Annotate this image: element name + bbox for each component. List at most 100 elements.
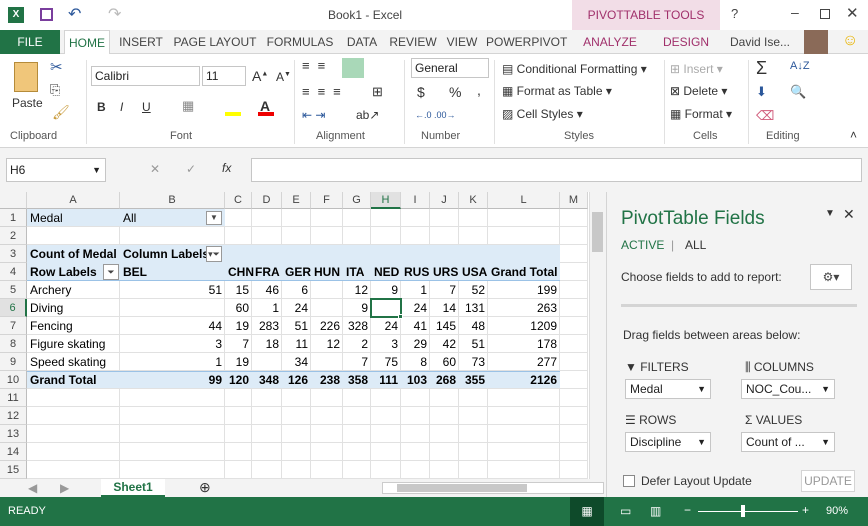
pivot-column-header[interactable]: NED <box>371 263 401 281</box>
close-icon[interactable]: ✕ <box>846 4 859 22</box>
name-box[interactable]: H6 ▼ <box>6 158 106 182</box>
number-format-select[interactable]: General <box>411 58 489 78</box>
row-header-7[interactable]: 7 <box>0 317 27 335</box>
row-header-5[interactable]: 5 <box>0 281 27 299</box>
tab-data[interactable]: DATA <box>342 30 382 54</box>
column-header-K[interactable]: K <box>459 192 488 209</box>
cell-styles-button[interactable]: ▨ Cell Styles ▾ <box>502 107 583 121</box>
pivot-value-cell[interactable]: 199 <box>488 281 560 299</box>
row-header-10[interactable]: 10 <box>0 371 27 389</box>
paste-icon[interactable] <box>14 62 38 92</box>
pivot-value-cell[interactable]: 1 <box>401 281 430 299</box>
select-all-corner[interactable] <box>0 192 27 209</box>
vertical-scroll-thumb[interactable] <box>592 212 603 252</box>
pivot-column-header[interactable]: USA <box>459 263 488 281</box>
pivot-value-cell[interactable]: 7 <box>225 335 252 353</box>
row-header-12[interactable]: 12 <box>0 407 27 425</box>
paste-button[interactable]: Paste <box>12 96 43 110</box>
values-field-count[interactable]: Count of ... ▼ <box>741 432 835 452</box>
percent-icon[interactable]: % <box>449 84 461 100</box>
horizontal-scrollbar[interactable] <box>382 482 604 494</box>
pivot-value-cell[interactable]: 12 <box>343 281 371 299</box>
row-header-1[interactable]: 1 <box>0 209 27 227</box>
worksheet-grid[interactable]: A B C D E F G H I J K L M 1 2 3 4 5 6 7 8 9 10 11 12 13 14 15 Medal A… <box>0 192 606 479</box>
pivot-value-cell[interactable]: 46 <box>252 281 282 299</box>
user-name[interactable]: David Ise... <box>728 30 792 54</box>
pivot-value-cell[interactable]: 263 <box>488 299 560 317</box>
pivot-value-cell[interactable]: 24 <box>371 317 401 335</box>
pivot-row-label[interactable]: Archery <box>27 281 120 299</box>
column-header-G[interactable]: G <box>343 192 371 209</box>
vertical-align-buttons[interactable]: ≡≡ <box>302 58 333 73</box>
italic-button[interactable]: I <box>120 100 123 114</box>
tab-formulas[interactable]: FORMULAS <box>264 30 336 54</box>
clear-icon[interactable]: ⌫ <box>756 108 774 124</box>
pivot-value-cell[interactable]: 3 <box>371 335 401 353</box>
pivot-value-cell[interactable]: 24 <box>401 299 430 317</box>
panel-options-icon[interactable]: ▼ <box>825 208 835 219</box>
columns-field-noc[interactable]: NOC_Cou... ▼ <box>741 379 835 399</box>
zoom-out-icon[interactable]: − <box>684 503 691 517</box>
pivot-value-cell[interactable]: 44 <box>120 317 225 335</box>
pivot-value-cell[interactable]: 6 <box>282 281 311 299</box>
orientation-icon[interactable]: ab↗ <box>356 108 379 122</box>
pivot-value-cell[interactable]: 328 <box>343 317 371 335</box>
filters-field-medal[interactable]: Medal ▼ <box>625 379 711 399</box>
grand-total-cell[interactable]: 120 <box>225 371 252 389</box>
fill-handle[interactable] <box>398 314 403 319</box>
column-filter-icon[interactable]: ▾⏷ <box>206 246 222 262</box>
sheet-tab-sheet1[interactable]: Sheet1 <box>101 479 165 497</box>
smiley-icon[interactable]: ☺ <box>842 32 858 50</box>
pivot-value-cell[interactable]: 15 <box>225 281 252 299</box>
pivot-value-cell[interactable]: 14 <box>430 299 459 317</box>
row-header-2[interactable]: 2 <box>0 227 27 245</box>
update-button[interactable]: UPDATE <box>801 470 855 492</box>
pivot-value-cell[interactable]: 8 <box>401 353 430 371</box>
pivot-value-cell[interactable]: 41 <box>401 317 430 335</box>
row-header-9[interactable]: 9 <box>0 353 27 371</box>
pivot-value-cell[interactable]: 9 <box>371 281 401 299</box>
row-header-4[interactable]: 4 <box>0 263 27 281</box>
page-layout-view-icon[interactable]: ▭ <box>620 504 631 518</box>
pivot-value-cell[interactable] <box>311 299 343 317</box>
redo-icon[interactable]: ↷ <box>108 4 121 24</box>
cut-icon[interactable]: ✂ <box>50 58 63 76</box>
grow-font-icon[interactable]: A▲ <box>252 68 268 84</box>
tab-insert[interactable]: INSERT <box>116 30 166 54</box>
row-header-14[interactable]: 14 <box>0 443 27 461</box>
grand-total-cell[interactable]: 99 <box>120 371 225 389</box>
pivot-column-header[interactable]: FRA <box>252 263 282 281</box>
row-header-13[interactable]: 13 <box>0 425 27 443</box>
pivot-value-cell[interactable]: 1209 <box>488 317 560 335</box>
pivot-value-cell[interactable]: 52 <box>459 281 488 299</box>
undo-icon[interactable]: ↶ <box>68 4 81 24</box>
grand-total-cell[interactable]: 348 <box>252 371 282 389</box>
indent-icons[interactable]: ⇤ ⇥ <box>302 108 325 122</box>
column-header-F[interactable]: F <box>311 192 343 209</box>
column-header-H[interactable]: H <box>371 192 401 209</box>
column-header-A[interactable]: A <box>27 192 120 209</box>
merge-center-icon[interactable]: ⊞ <box>372 84 383 100</box>
normal-view-icon[interactable]: ▦ <box>570 497 604 526</box>
pivot-value-cell[interactable]: 24 <box>282 299 311 317</box>
decimal-icons[interactable]: ←.0 .00→ <box>415 110 456 120</box>
fill-icon[interactable]: ⬇ <box>756 84 767 100</box>
column-header-L[interactable]: L <box>488 192 560 209</box>
save-icon[interactable] <box>40 8 53 21</box>
pivot-value-cell[interactable]: 51 <box>282 317 311 335</box>
collapse-ribbon-icon[interactable]: ˄ <box>850 128 857 142</box>
filter-dropdown-icon[interactable]: ▼ <box>206 211 222 225</box>
zoom-slider[interactable] <box>698 511 798 512</box>
pivot-value-cell[interactable]: 2 <box>343 335 371 353</box>
pivot-value-cell[interactable]: 1 <box>120 353 225 371</box>
grand-total-cell[interactable]: 355 <box>459 371 488 389</box>
pivot-row-label[interactable]: Diving <box>27 299 120 317</box>
tab-analyze[interactable]: ANALYZE <box>578 30 642 54</box>
pivot-row-label[interactable]: Speed skating <box>27 353 120 371</box>
conditional-formatting-button[interactable]: ▤ Conditional Formatting ▾ <box>502 62 647 76</box>
tab-file[interactable]: FILE <box>0 30 60 54</box>
insert-function-icon[interactable]: fx <box>222 161 231 175</box>
pivot-value-cell[interactable]: 51 <box>459 335 488 353</box>
row-header-15[interactable]: 15 <box>0 461 27 479</box>
pivot-value-cell[interactable]: 18 <box>252 335 282 353</box>
